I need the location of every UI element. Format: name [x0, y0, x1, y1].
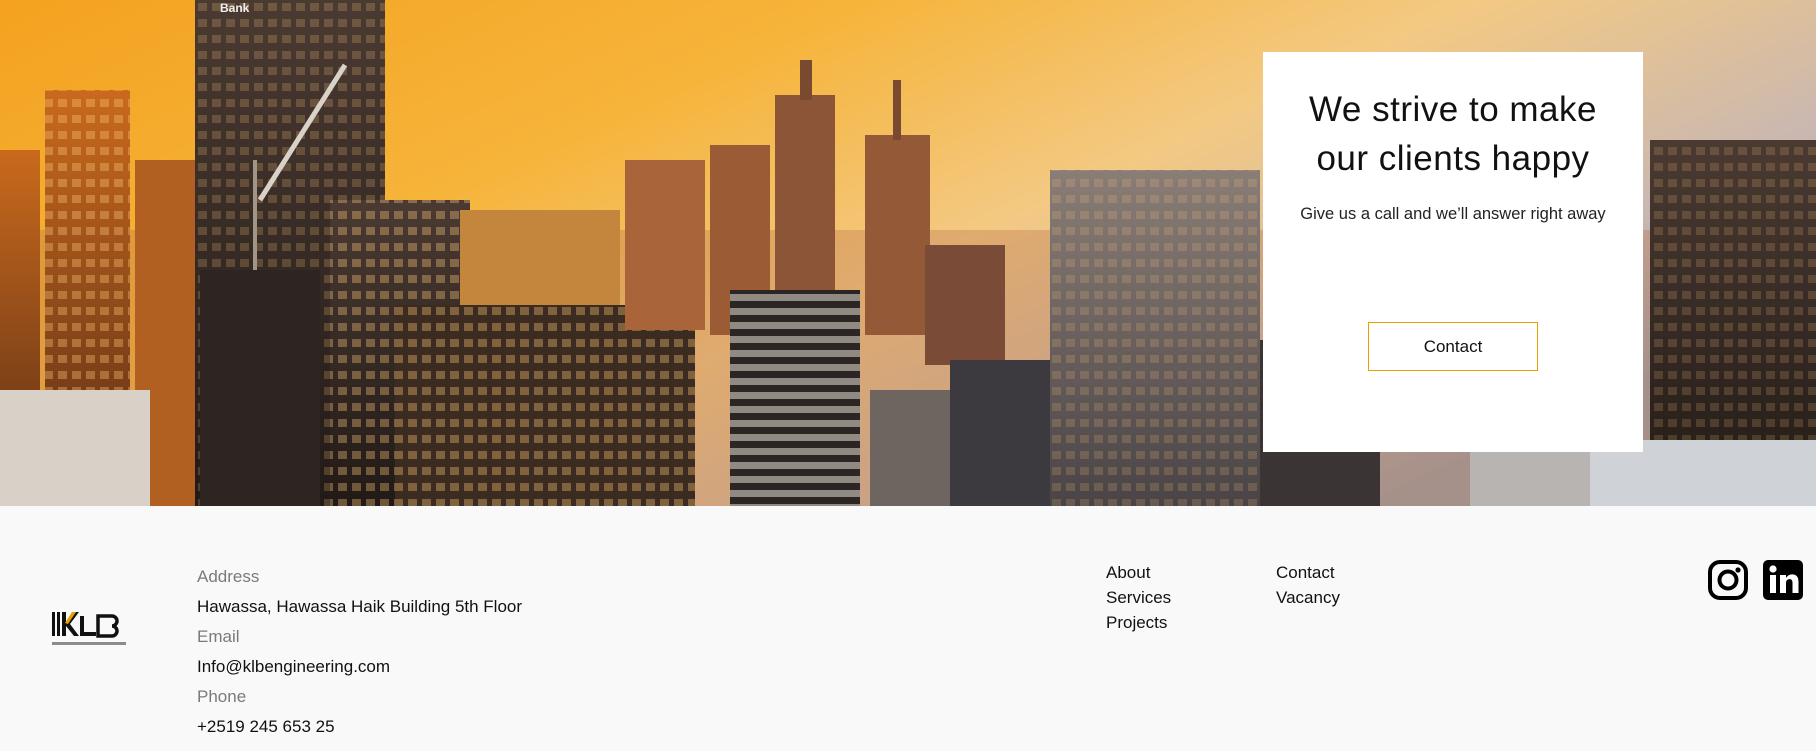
linkedin-icon[interactable]	[1762, 559, 1804, 601]
footer: Address Hawassa, Hawassa Haik Building 5…	[0, 506, 1816, 751]
footer-link-services[interactable]: Services	[1106, 585, 1171, 610]
footer-nav-secondary: Contact Vacancy	[1276, 560, 1340, 610]
contact-button[interactable]: Contact	[1368, 322, 1538, 371]
footer-nav-primary: About Services Projects	[1106, 560, 1171, 635]
contact-info: Address Hawassa, Hawassa Haik Building 5…	[197, 562, 522, 742]
phone-label: Phone	[197, 687, 247, 706]
email-value[interactable]: Info@klbengineering.com	[197, 652, 522, 682]
klb-engineering-logo[interactable]	[50, 606, 130, 652]
cta-subtitle: Give us a call and we’ll answer right aw…	[1300, 205, 1606, 223]
footer-link-projects[interactable]: Projects	[1106, 610, 1171, 635]
hero-banner: Bank We strive to make our clients happy…	[0, 0, 1816, 506]
footer-link-about[interactable]: About	[1106, 560, 1171, 585]
instagram-icon[interactable]	[1707, 559, 1749, 601]
footer-link-vacancy[interactable]: Vacancy	[1276, 585, 1340, 610]
cta-title: We strive to make our clients happy	[1309, 90, 1597, 178]
footer-link-contact[interactable]: Contact	[1276, 560, 1340, 585]
email-label: Email	[197, 627, 240, 646]
address-label: Address	[197, 567, 260, 586]
phone-value[interactable]: +2519 245 653 25	[197, 712, 522, 742]
cta-card: We strive to make our clients happy Give…	[1263, 52, 1643, 452]
svg-text:Bank: Bank	[220, 1, 250, 15]
address-value: Hawassa, Hawassa Haik Building 5th Floor	[197, 597, 523, 616]
